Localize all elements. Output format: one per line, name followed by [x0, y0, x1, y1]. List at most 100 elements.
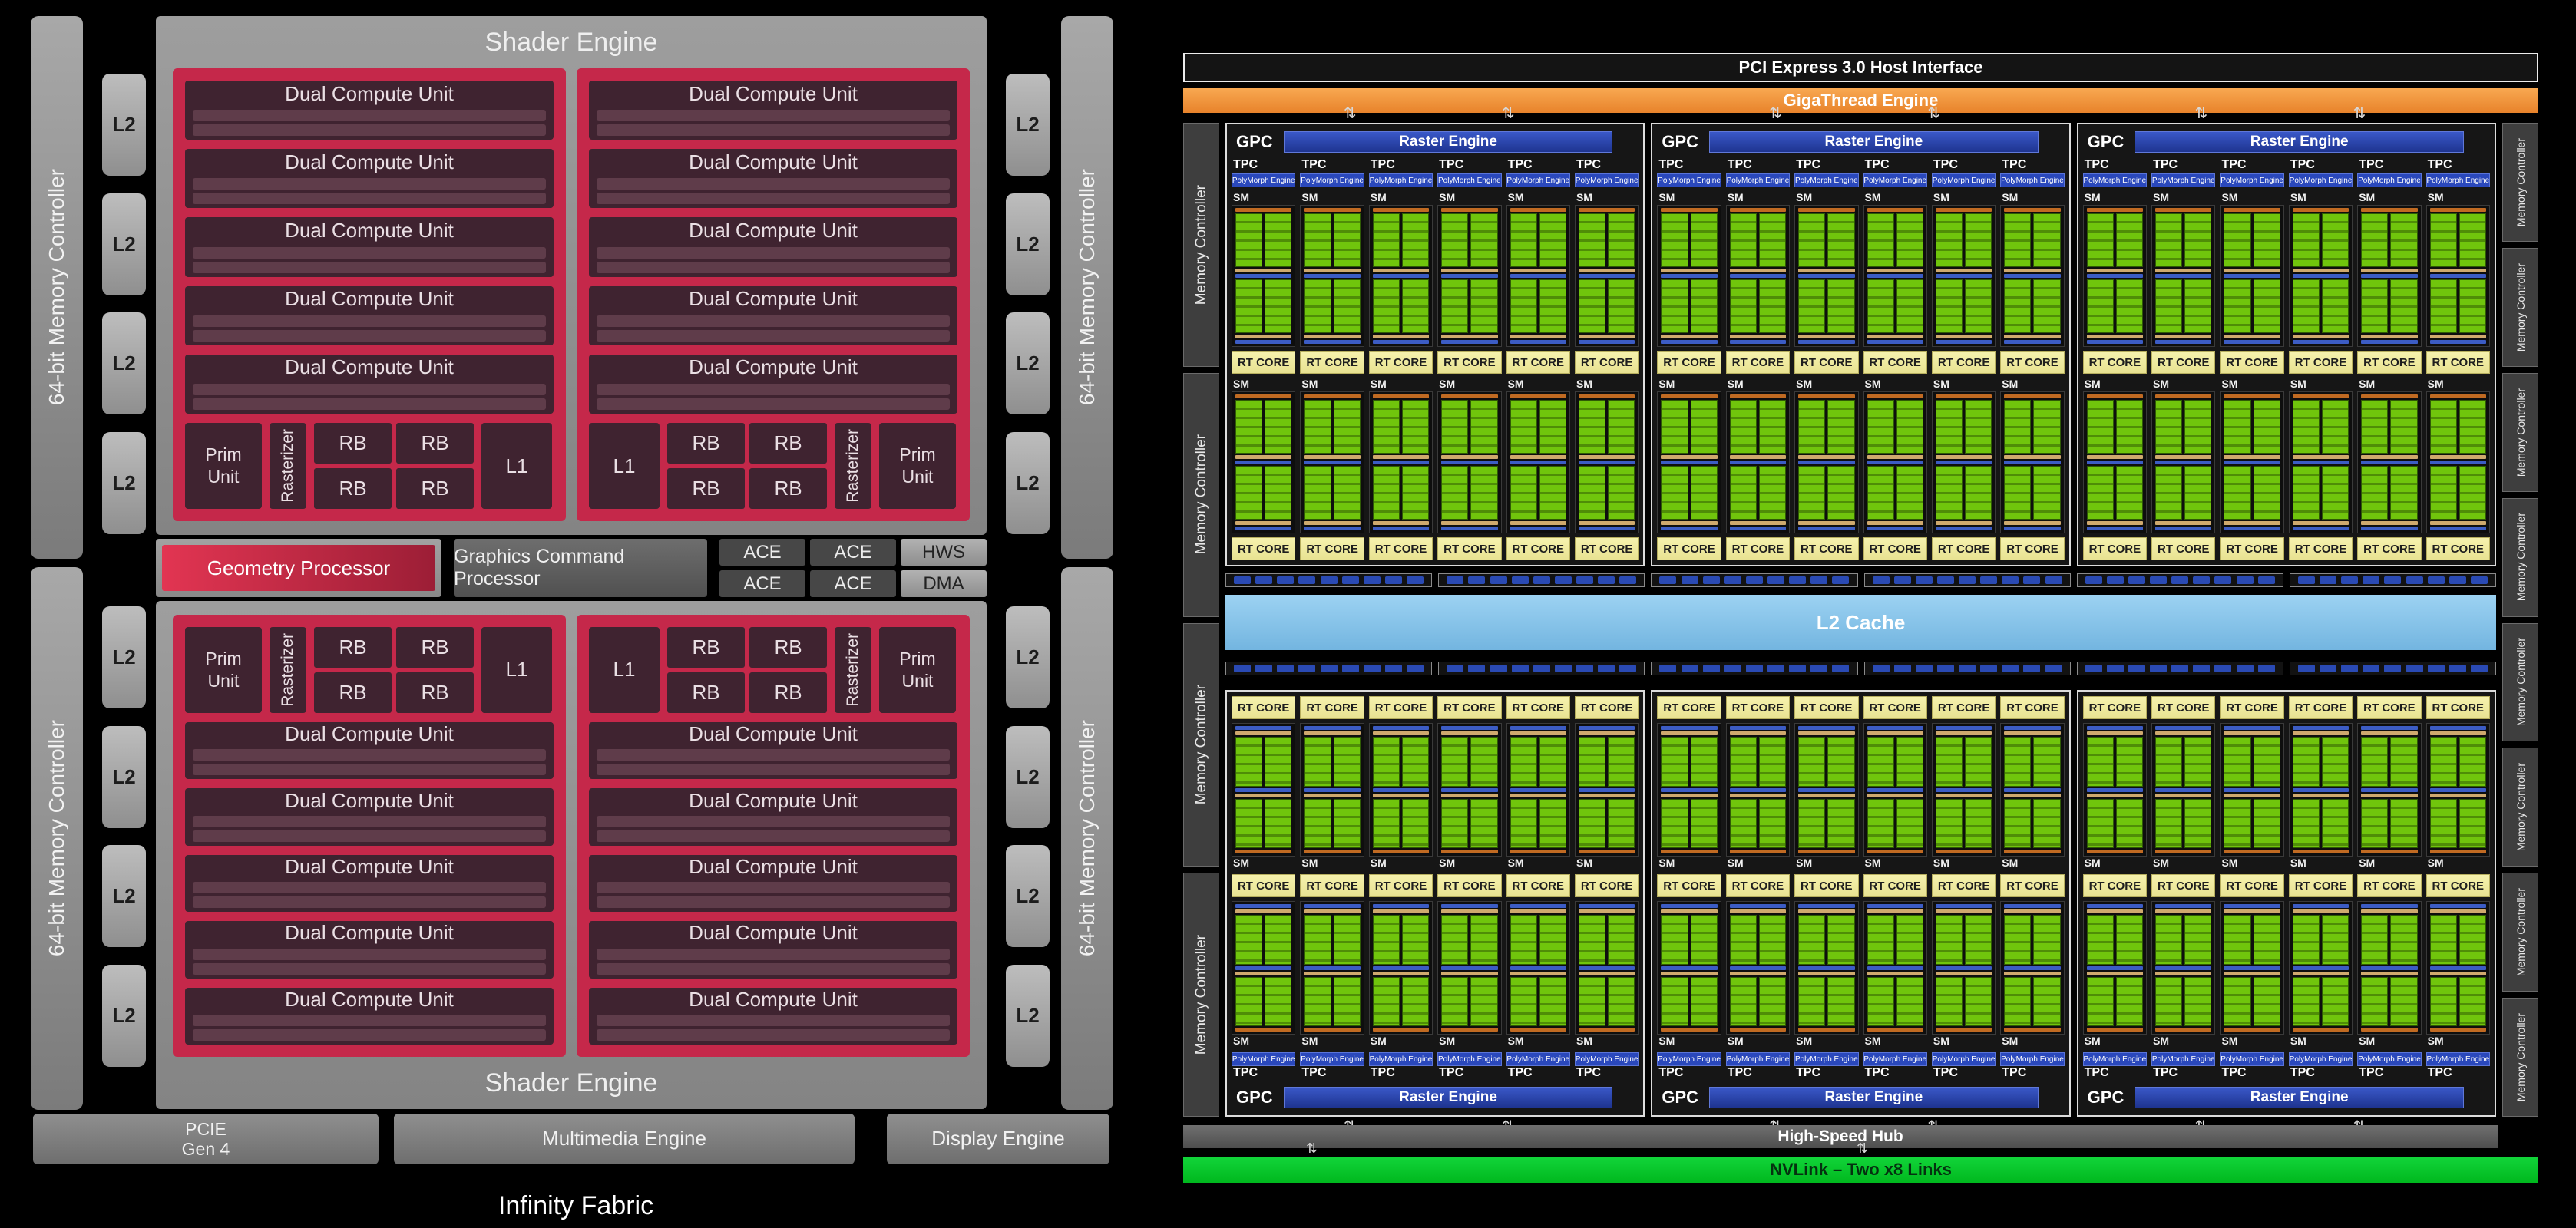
polymorph-engine: PolyMorph Engine: [2151, 1052, 2215, 1066]
register-stripe: [1661, 335, 1717, 338]
compute-unit-bar: [193, 882, 546, 893]
memory-controller-label: Memory Controller: [1193, 685, 1210, 804]
cache-stripe: [2293, 527, 2349, 530]
cuda-core-column: [2184, 400, 2211, 454]
l2-cache-block: L2: [1006, 193, 1050, 295]
dual-compute-unit-label: Dual Compute Unit: [185, 286, 554, 312]
tpc-row: TPCPolyMorph EngineSMRT CORESMRT CORETPC…: [1232, 158, 1639, 560]
cuda-core-column: [2155, 737, 2182, 787]
dual-compute-unit-label: Dual Compute Unit: [589, 788, 957, 812]
sm-unit: SMRT CORE: [1575, 191, 1639, 374]
scheduler-stripe: [2155, 394, 2211, 398]
tpc-label: TPC: [2289, 1066, 2353, 1081]
cuda-core-grid: [2361, 799, 2417, 849]
cache-stripe: [1798, 788, 1854, 792]
tpc-label: TPC: [1575, 1066, 1639, 1081]
cuda-core-column: [1730, 400, 1757, 454]
sm-unit: SMRT CORE: [1575, 874, 1639, 1048]
memory-interface-square: [2002, 576, 2019, 584]
cache-stripe: [1441, 726, 1497, 730]
cache-stripe: [1304, 340, 1360, 344]
cuda-core-column: [2361, 213, 2388, 267]
scheduler-stripe: [2224, 850, 2280, 853]
cuda-core-column: [1661, 466, 1688, 520]
sm-unit: SMRT CORE: [1932, 874, 1996, 1048]
memory-interface-square: [2214, 665, 2231, 672]
rt-core: RT CORE: [1437, 351, 1501, 374]
render-backend-row: PrimUnitRasterizerRBRBRBRBL1: [185, 423, 554, 509]
cuda-core-column: [1730, 977, 1757, 1027]
cuda-core-grid: [1510, 400, 1566, 454]
sm-label: SM: [1794, 191, 1858, 205]
rasterizer: Rasterizer: [835, 627, 871, 713]
cache-stripe: [1798, 966, 1854, 970]
register-stripe: [1304, 794, 1360, 797]
cuda-core-column: [1539, 279, 1566, 333]
compute-unit-bar: [193, 330, 546, 342]
tpc-label: TPC: [1863, 1066, 1927, 1081]
cache-stripe: [1235, 527, 1291, 530]
memory-controller-block: Memory Controller: [1183, 373, 1219, 617]
cuda-core-column: [1867, 915, 1894, 965]
register-stripe: [1510, 269, 1566, 272]
sm-unit: SMRT CORE: [1932, 191, 1996, 374]
cache-stripe: [2087, 340, 2143, 344]
shader-engine-title: Shader Engine: [156, 1057, 987, 1109]
sm-label: SM: [2083, 191, 2147, 205]
sm-core: [1932, 391, 1996, 533]
cuda-core-column: [1470, 799, 1497, 849]
cuda-core-column: [2254, 977, 2280, 1027]
cache-stripe: [2087, 527, 2143, 530]
cuda-core-column: [1691, 915, 1718, 965]
sm-unit: SMRT CORE: [1232, 378, 1295, 560]
cuda-core-column: [1402, 737, 1429, 787]
cuda-core-grid: [1579, 915, 1635, 965]
rt-core: RT CORE: [2426, 537, 2490, 560]
rasterizer: Rasterizer: [835, 423, 871, 509]
cuda-core-column: [1965, 915, 1992, 965]
memory-controller-label: Memory Controller: [2515, 1013, 2527, 1101]
dual-compute-unit: Dual Compute Unit: [185, 286, 554, 345]
polymorph-engine: PolyMorph Engine: [1437, 1052, 1501, 1066]
cuda-core-column: [2293, 279, 2320, 333]
rasterizer-label: Rasterizer: [844, 633, 862, 707]
polymorph-engine: PolyMorph Engine: [1657, 173, 1721, 187]
cuda-core-column: [2254, 737, 2280, 787]
prim-unit-label-line: Prim: [205, 444, 241, 466]
cuda-core-column: [1661, 279, 1688, 333]
cuda-core-grid: [1510, 279, 1566, 333]
cache-stripe: [1661, 788, 1717, 792]
scheduler-stripe: [2087, 394, 2143, 398]
memory-interface-square: [2363, 576, 2379, 584]
compute-unit-bar: [193, 193, 546, 204]
dual-compute-unit-label: Dual Compute Unit: [589, 722, 957, 746]
memory-interface-square: [1767, 576, 1784, 584]
cuda-core-grid: [1235, 977, 1291, 1027]
cuda-core-grid: [1441, 737, 1497, 787]
sm-core: [1794, 391, 1858, 533]
memory-interface-group: [1651, 573, 1857, 587]
sm-unit: SMRT CORE: [2151, 378, 2215, 560]
l2-cache-block: L2: [1006, 312, 1050, 414]
register-stripe: [1441, 521, 1497, 525]
cache-stripe: [1235, 340, 1291, 344]
cuda-core-grid: [2004, 279, 2060, 333]
memory-interface-square: [1512, 576, 1529, 584]
cuda-core-column: [1265, 400, 1291, 454]
register-stripe: [2155, 269, 2211, 272]
l2-cache-block: L2: [102, 432, 146, 534]
cuda-core-column: [1896, 977, 1923, 1027]
cache-stripe: [1441, 527, 1497, 530]
cuda-core-column: [1265, 915, 1291, 965]
cuda-core-column: [1730, 279, 1757, 333]
geometry-processor-panel: Geometry Processor: [156, 539, 441, 597]
cuda-core-column: [2033, 915, 2060, 965]
sm-unit: SMRT CORE: [1657, 378, 1721, 560]
cache-stripe: [2155, 904, 2211, 908]
sm-unit: SMRT CORE: [1657, 874, 1721, 1048]
tpc: TPCPolyMorph EngineSMRT CORESMRT CORE: [2289, 158, 2353, 560]
sm-unit: SMRT CORE: [2220, 378, 2283, 560]
ace-unit: ACE: [810, 539, 896, 566]
cuda-core-grid: [1441, 213, 1497, 267]
memory-interface-square: [1342, 665, 1359, 672]
